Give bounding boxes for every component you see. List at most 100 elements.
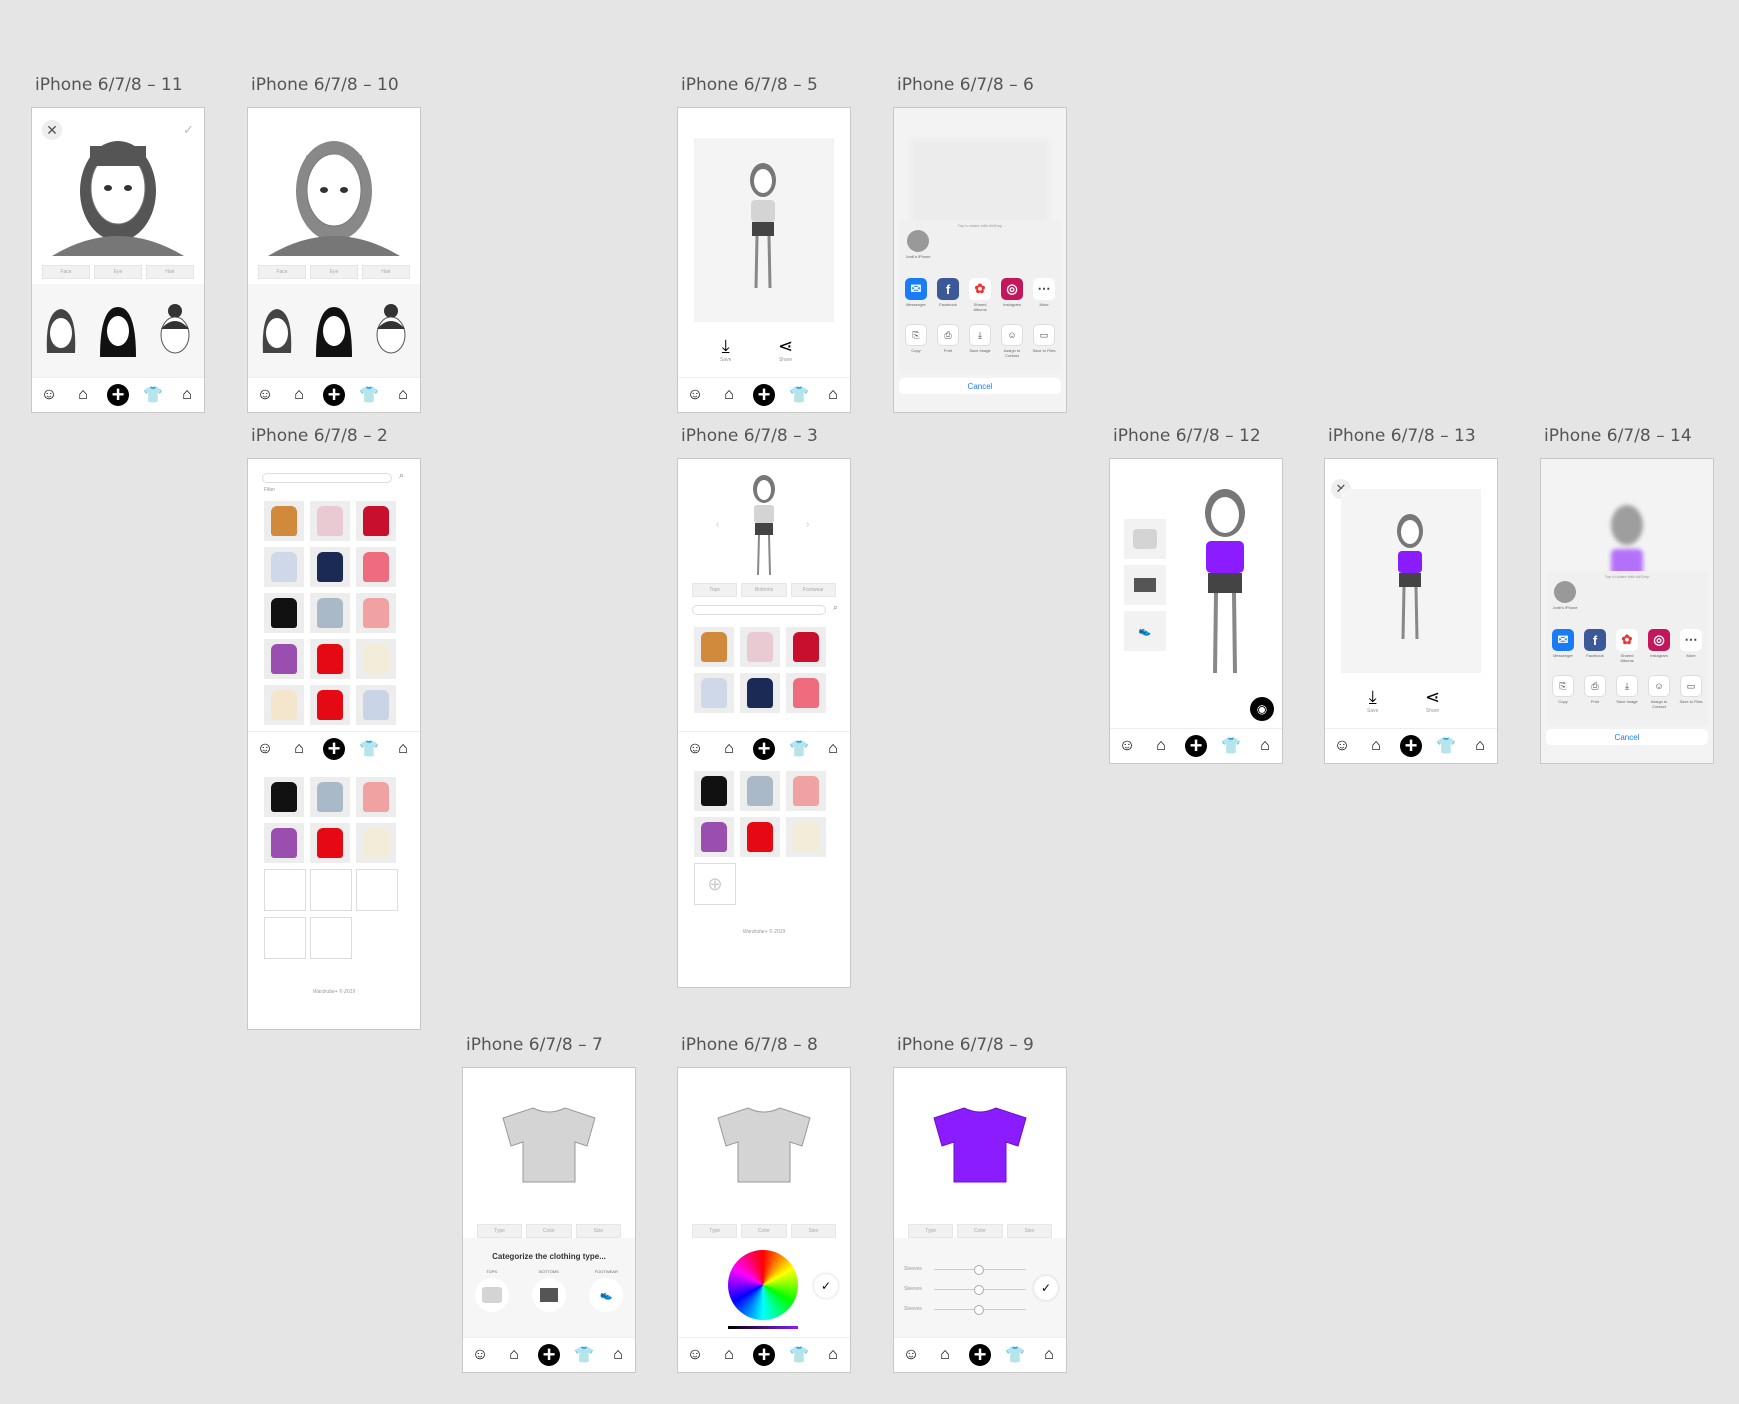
tab-color[interactable]: Color xyxy=(957,1224,1003,1238)
camera-icon[interactable]: ◉ xyxy=(1250,697,1274,721)
clothing-item[interactable] xyxy=(740,817,780,857)
clothing-item[interactable] xyxy=(356,777,396,817)
slider-knob[interactable] xyxy=(974,1265,984,1275)
messenger-icon[interactable]: ✉ xyxy=(905,278,927,300)
clothing-item[interactable] xyxy=(694,673,734,713)
airdrop-contact[interactable]: Jordi's iPhone xyxy=(1552,581,1578,610)
tab-type[interactable]: Type xyxy=(692,1224,738,1238)
instagram-icon[interactable]: ◎ xyxy=(1648,629,1670,651)
clothing-item[interactable] xyxy=(356,593,396,633)
search-input[interactable] xyxy=(692,605,826,615)
tops-category-button[interactable] xyxy=(474,1278,509,1312)
hair-option-long[interactable] xyxy=(314,303,354,359)
hanger-icon[interactable]: ⌂ xyxy=(719,385,739,405)
plus-icon[interactable]: + xyxy=(753,1344,775,1366)
home-icon[interactable]: ⌂ xyxy=(1255,736,1275,756)
share-action[interactable]: ⋖ Share xyxy=(778,336,793,363)
shirt-icon[interactable]: 👕 xyxy=(359,385,379,405)
facebook-icon[interactable]: f xyxy=(937,278,959,300)
hanger-icon[interactable]: ⌂ xyxy=(1151,736,1171,756)
filter-label[interactable]: Filter xyxy=(264,487,275,493)
instagram-icon[interactable]: ◎ xyxy=(1001,278,1023,300)
smiley-icon[interactable]: ☺ xyxy=(685,739,705,759)
photos-icon[interactable]: ✿ xyxy=(969,278,991,300)
clothing-item[interactable] xyxy=(356,639,396,679)
clothing-item[interactable] xyxy=(264,685,304,725)
home-icon[interactable]: ⌂ xyxy=(823,1345,843,1365)
clothing-item[interactable] xyxy=(264,823,304,863)
empty-slot[interactable] xyxy=(356,869,398,911)
print-icon[interactable]: ⎙ xyxy=(1584,675,1606,697)
clothing-item[interactable] xyxy=(264,593,304,633)
save-action[interactable]: ⤓ Save xyxy=(720,336,731,363)
bottoms-category-button[interactable] xyxy=(531,1278,566,1312)
empty-slot[interactable] xyxy=(310,917,352,959)
photos-icon[interactable]: ✿ xyxy=(1616,629,1638,651)
tab-tops[interactable]: Tops xyxy=(692,583,738,597)
smiley-icon[interactable]: ☺ xyxy=(1117,736,1137,756)
search-input[interactable] xyxy=(262,473,392,483)
color-wheel[interactable] xyxy=(728,1250,798,1320)
tab-size[interactable]: Size xyxy=(575,1224,621,1238)
plus-icon[interactable]: + xyxy=(323,384,345,406)
assign-contact-icon[interactable]: ☺ xyxy=(1001,324,1023,346)
shirt-icon[interactable]: 👕 xyxy=(1005,1345,1025,1365)
clothing-item[interactable] xyxy=(310,685,350,725)
length-slider[interactable] xyxy=(934,1285,1026,1295)
smiley-icon[interactable]: ☺ xyxy=(685,385,705,405)
messenger-icon[interactable]: ✉ xyxy=(1552,629,1574,651)
hanger-icon[interactable]: ⌂ xyxy=(935,1345,955,1365)
clothing-item[interactable] xyxy=(356,823,396,863)
clothing-item[interactable] xyxy=(740,673,780,713)
clothing-item[interactable] xyxy=(740,627,780,667)
shirt-icon[interactable]: 👕 xyxy=(789,1345,809,1365)
plus-icon[interactable]: + xyxy=(969,1344,991,1366)
shirt-icon[interactable]: 👕 xyxy=(789,385,809,405)
smiley-icon[interactable]: ☺ xyxy=(1332,736,1352,756)
tab-type[interactable]: Type xyxy=(908,1224,954,1238)
smiley-icon[interactable]: ☺ xyxy=(39,385,59,405)
plus-icon[interactable]: + xyxy=(538,1344,560,1366)
tab-size[interactable]: Size xyxy=(790,1224,836,1238)
tab-bottoms[interactable]: Bottoms xyxy=(741,583,787,597)
save-image-icon[interactable]: ⤓ xyxy=(1616,675,1638,697)
add-item-button[interactable]: ⊕ xyxy=(694,863,736,905)
empty-slot[interactable] xyxy=(310,869,352,911)
clothing-item[interactable] xyxy=(264,547,304,587)
hanger-icon[interactable]: ⌂ xyxy=(1366,736,1386,756)
tab-footwear[interactable]: Footwear xyxy=(790,583,836,597)
slider-knob[interactable] xyxy=(974,1305,984,1315)
confirm-check-icon[interactable]: ✓ xyxy=(814,1274,838,1298)
airdrop-contact[interactable]: Jordi's iPhone xyxy=(905,230,931,259)
clothing-item[interactable] xyxy=(694,627,734,667)
print-icon[interactable]: ⎙ xyxy=(937,324,959,346)
hair-option-bun[interactable] xyxy=(371,303,411,359)
copy-icon[interactable]: ⎘ xyxy=(1552,675,1574,697)
clothing-item[interactable] xyxy=(310,593,350,633)
tab-type[interactable]: Type xyxy=(477,1224,523,1238)
tab-color[interactable]: Color xyxy=(741,1224,787,1238)
clothing-item[interactable] xyxy=(356,501,396,541)
folder-icon[interactable]: ▭ xyxy=(1680,675,1702,697)
search-icon[interactable]: ⌕ xyxy=(399,470,404,481)
shoes-slot[interactable]: 👟 xyxy=(1124,611,1166,651)
home-icon[interactable]: ⌂ xyxy=(1039,1345,1059,1365)
hanger-icon[interactable]: ⌂ xyxy=(719,1345,739,1365)
hanger-icon[interactable]: ⌂ xyxy=(289,739,309,759)
clothing-item[interactable] xyxy=(356,685,396,725)
sleeves-slider[interactable] xyxy=(934,1265,1026,1275)
save-image-icon[interactable]: ⤓ xyxy=(969,324,991,346)
shirt-icon[interactable]: 👕 xyxy=(1221,736,1241,756)
more-icon[interactable]: ⋯ xyxy=(1033,278,1055,300)
home-icon[interactable]: ⌂ xyxy=(177,385,197,405)
home-icon[interactable]: ⌂ xyxy=(608,1345,628,1365)
search-icon[interactable]: ⌕ xyxy=(833,602,838,613)
save-action[interactable]: ⤓ Save xyxy=(1367,687,1378,714)
plus-icon[interactable]: + xyxy=(107,384,129,406)
clothing-item[interactable] xyxy=(264,639,304,679)
empty-slot[interactable] xyxy=(264,917,306,959)
tab-color[interactable]: Color xyxy=(526,1224,572,1238)
confirm-check-icon[interactable]: ✓ xyxy=(1034,1276,1058,1300)
share-action[interactable]: ⋖ Share xyxy=(1425,687,1440,714)
slider-knob[interactable] xyxy=(974,1285,984,1295)
